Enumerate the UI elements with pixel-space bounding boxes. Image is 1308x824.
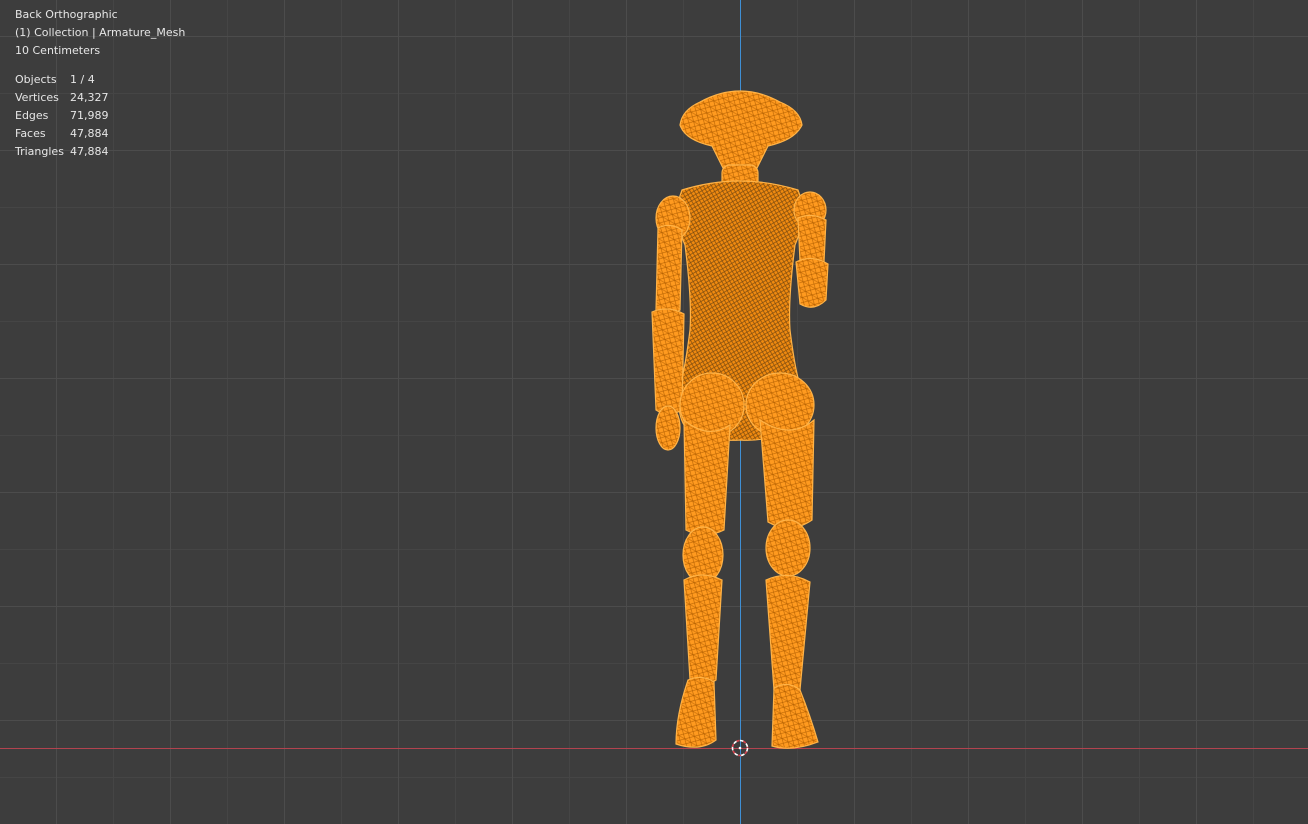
left-upper-arm-mesh <box>655 224 683 315</box>
stat-value: 1 / 4 <box>70 73 95 86</box>
stat-row-vertices: Vertices 24,327 <box>15 89 185 107</box>
stat-value: 24,327 <box>70 91 109 104</box>
view-name: Back Orthographic <box>15 8 118 21</box>
stat-label: Vertices <box>15 91 59 104</box>
stat-row-objects: Objects 1 / 4 <box>15 71 185 89</box>
armature-mesh-wireframe[interactable] <box>0 0 1308 824</box>
right-foot-mesh <box>771 683 819 749</box>
right-knee-mesh <box>765 519 811 577</box>
left-shin-mesh <box>683 574 723 686</box>
left-foot-mesh <box>675 676 717 748</box>
stat-value: 47,884 <box>70 145 109 158</box>
left-forearm-mesh <box>651 308 685 415</box>
right-forearm-mesh <box>795 257 829 308</box>
3d-viewport[interactable]: Back Orthographic (1) Collection | Armat… <box>0 0 1308 824</box>
stat-row-triangles: Triangles 47,884 <box>15 143 185 161</box>
stat-label: Faces <box>15 127 46 140</box>
left-hand-mesh <box>655 405 681 451</box>
head-mesh <box>679 90 803 169</box>
right-upper-arm-mesh <box>797 214 827 266</box>
3d-cursor-icon[interactable] <box>730 738 750 758</box>
stat-label: Triangles <box>15 145 64 158</box>
scene-statistics: Objects 1 / 4 Vertices 24,327 Edges 71,9… <box>15 71 185 161</box>
viewport-info-overlay: Back Orthographic (1) Collection | Armat… <box>15 6 185 161</box>
left-thigh-mesh <box>683 418 731 536</box>
stat-label: Edges <box>15 109 49 122</box>
stat-value: 47,884 <box>70 127 109 140</box>
stat-value: 71,989 <box>70 109 109 122</box>
stat-row-edges: Edges 71,989 <box>15 107 185 125</box>
scale-label: 10 Centimeters <box>15 44 101 57</box>
collection-label: (1) Collection | Armature_Mesh <box>15 26 186 39</box>
stat-row-faces: Faces 47,884 <box>15 125 185 143</box>
right-thigh-mesh <box>759 418 815 529</box>
right-shin-mesh <box>765 574 811 696</box>
stat-label: Objects <box>15 73 57 86</box>
